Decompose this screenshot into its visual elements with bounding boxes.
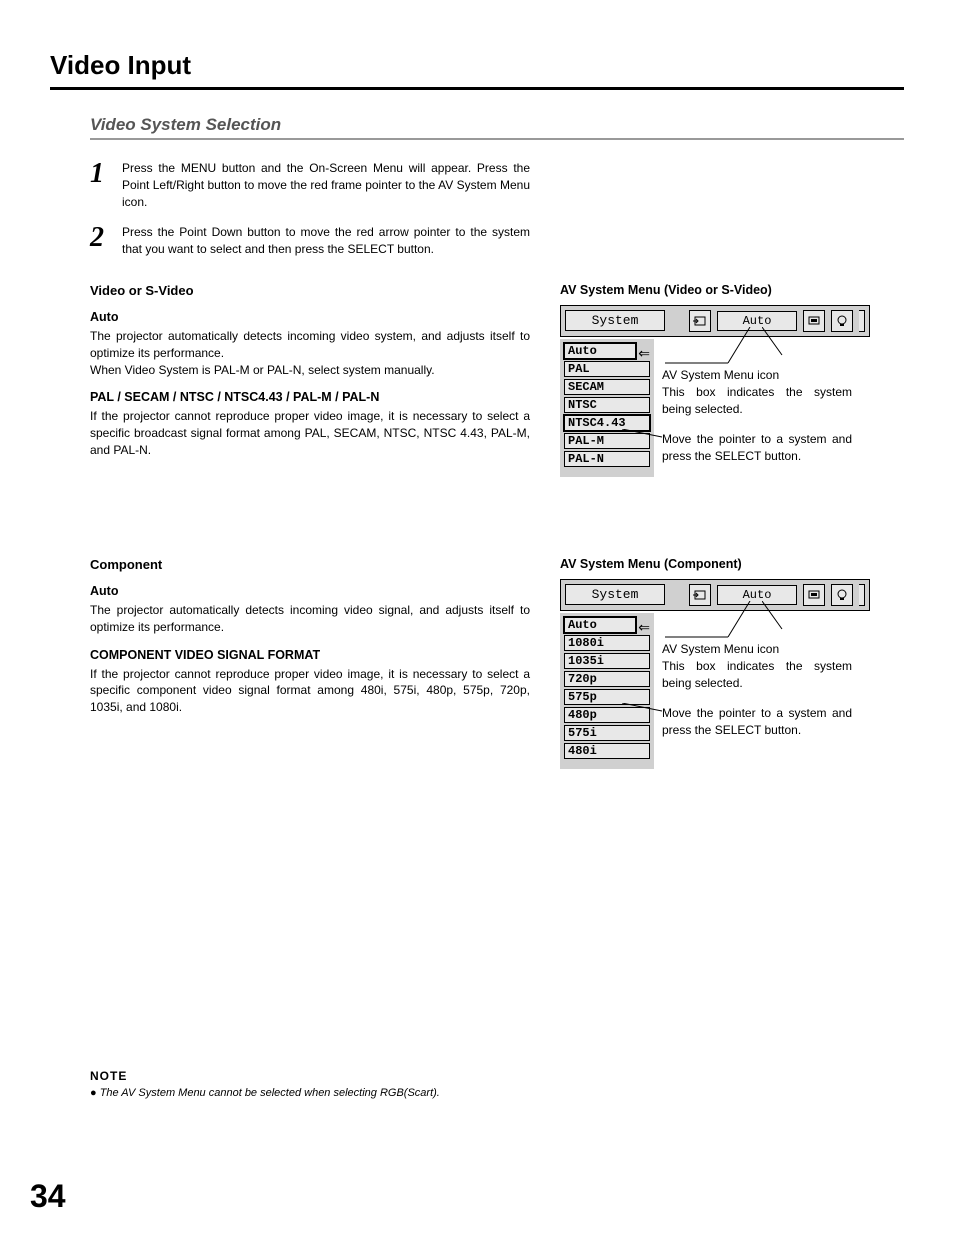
note-label: NOTE — [90, 1069, 904, 1083]
osd-item-480i[interactable]: 480i — [564, 743, 650, 759]
subheading-auto: Auto — [90, 310, 530, 324]
section-title: Video System Selection — [90, 115, 904, 140]
osd-item-auto[interactable]: Auto — [564, 617, 636, 633]
step-text: Press the MENU button and the On-Screen … — [122, 160, 530, 210]
osd-top-bar: System Auto — [560, 305, 870, 337]
callout-text: Move the pointer to a system and press t… — [662, 431, 852, 465]
osd-item-list: Auto⇐ 1080i 1035i 720p 575p 480p 575i 48… — [560, 613, 654, 769]
pointer-arrow-icon: ⇐ — [638, 619, 650, 636]
subheading-auto: Auto — [90, 584, 530, 598]
note-text-content: The AV System Menu cannot be selected wh… — [100, 1087, 440, 1099]
osd-menu-component: System Auto Auto⇐ 1080i 1035i 720p 575p … — [560, 579, 890, 769]
body-text: When Video System is PAL-M or PAL-N, sel… — [90, 362, 530, 379]
callout-text: This box indicates the system being sele… — [662, 658, 852, 692]
pointer-arrow-icon: ⇐ — [638, 345, 650, 362]
osd-item-ntsc[interactable]: NTSC — [564, 397, 650, 413]
osd-top-bar: System Auto — [560, 579, 870, 611]
heading-video-svideo: Video or S-Video — [90, 283, 530, 298]
osd-item-480p[interactable]: 480p — [564, 707, 650, 723]
osd-item-1035i[interactable]: 1035i — [564, 653, 650, 669]
step-text: Press the Point Down button to move the … — [122, 224, 530, 258]
page-title: Video Input — [50, 50, 904, 90]
menu-edge-icon — [859, 584, 865, 606]
step-1: 1 Press the MENU button and the On-Scree… — [90, 160, 530, 210]
osd-item-575i[interactable]: 575i — [564, 725, 650, 741]
lamp-icon — [831, 584, 853, 606]
osd-item-pal[interactable]: PAL — [564, 361, 650, 377]
osd-current-system: Auto — [717, 585, 797, 605]
body-text: If the projector cannot reproduce proper… — [90, 408, 530, 458]
input-icon — [689, 310, 711, 332]
step-number: 2 — [90, 224, 122, 258]
lamp-icon — [831, 310, 853, 332]
step-number: 1 — [90, 160, 122, 210]
callout-text: AV System Menu icon — [662, 641, 852, 658]
osd-item-list: Auto⇐ PAL SECAM NTSC NTSC4.43 PAL-M PAL-… — [560, 339, 654, 477]
callout-text: This box indicates the system being sele… — [662, 384, 852, 418]
body-text: The projector automatically detects inco… — [90, 602, 530, 636]
note-text: ● The AV System Menu cannot be selected … — [90, 1087, 904, 1099]
page-number: 34 — [30, 1178, 66, 1215]
osd-title: AV System Menu (Component) — [560, 557, 890, 571]
osd-item-ntsc443[interactable]: NTSC4.43 — [564, 415, 650, 431]
osd-item-palm[interactable]: PAL-M — [564, 433, 650, 449]
osd-menu-video: System Auto Auto⇐ PAL SECAM NTSC NTSC4.4… — [560, 305, 890, 477]
osd-item-1080i[interactable]: 1080i — [564, 635, 650, 651]
osd-item-paln[interactable]: PAL-N — [564, 451, 650, 467]
input-icon — [689, 584, 711, 606]
osd-item-720p[interactable]: 720p — [564, 671, 650, 687]
subheading-pal: PAL / SECAM / NTSC / NTSC4.43 / PAL-M / … — [90, 390, 530, 404]
screen-icon — [803, 584, 825, 606]
heading-component: Component — [90, 557, 530, 572]
subheading-component-format: COMPONENT VIDEO SIGNAL FORMAT — [90, 648, 530, 662]
osd-system-label: System — [565, 584, 665, 605]
osd-title: AV System Menu (Video or S-Video) — [560, 283, 890, 297]
menu-edge-icon — [859, 310, 865, 332]
callout-text: AV System Menu icon — [662, 367, 852, 384]
osd-current-system: Auto — [717, 311, 797, 331]
osd-item-secam[interactable]: SECAM — [564, 379, 650, 395]
step-2: 2 Press the Point Down button to move th… — [90, 224, 530, 258]
body-text: If the projector cannot reproduce proper… — [90, 666, 530, 716]
callout-text: Move the pointer to a system and press t… — [662, 705, 852, 739]
osd-item-575p[interactable]: 575p — [564, 689, 650, 705]
osd-system-label: System — [565, 310, 665, 331]
screen-icon — [803, 310, 825, 332]
body-text: The projector automatically detects inco… — [90, 328, 530, 362]
osd-item-auto[interactable]: Auto — [564, 343, 636, 359]
note-block: NOTE ● The AV System Menu cannot be sele… — [90, 1069, 904, 1099]
